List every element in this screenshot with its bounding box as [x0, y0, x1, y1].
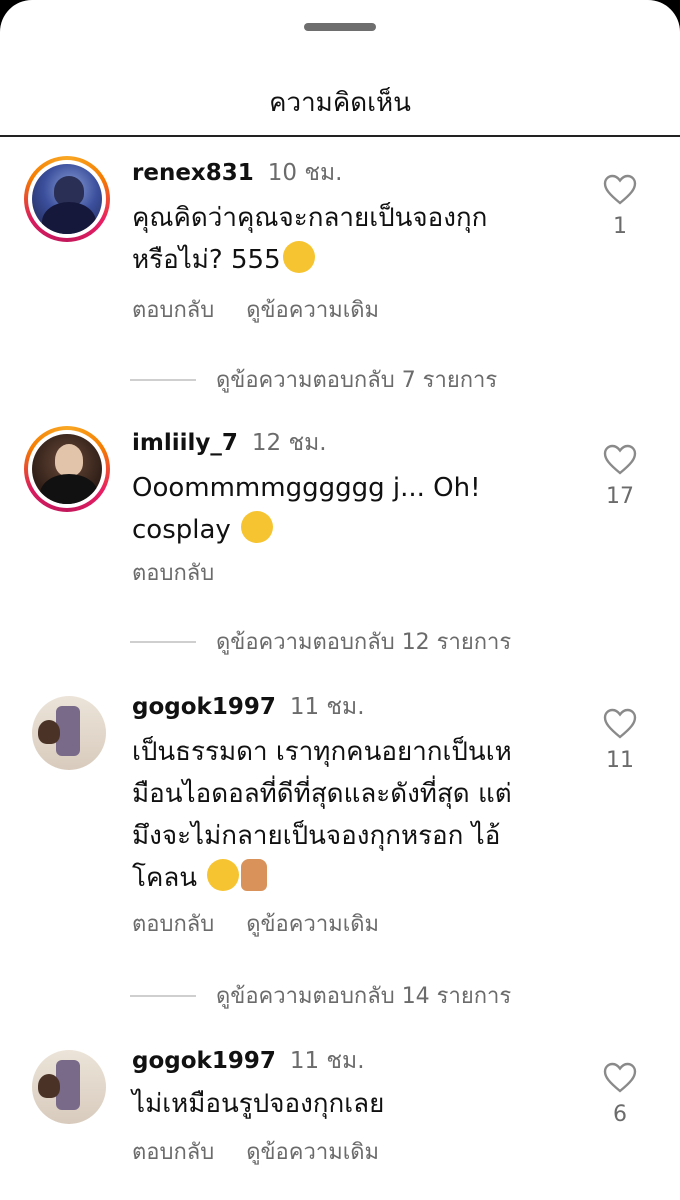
reply-button[interactable]: ตอบกลับ — [132, 1140, 214, 1165]
comment-text-line: มึงจะไม่กลายเป็นจองกุกหรอก ไอ้ — [132, 821, 501, 851]
comment-text-line: คุณคิดว่าคุณจะกลายเป็นจองกุก — [132, 203, 488, 233]
thumbs-up-icon — [241, 859, 268, 891]
like-control[interactable]: 1 — [600, 174, 640, 239]
comment-text-line: เป็นธรรมดา เราทุกคนอยากเป็นเห — [132, 737, 512, 767]
comments-sheet: ความคิดเห็น renex831 10 ชม. คุณคิดว่าคุณจ… — [0, 0, 680, 1200]
avatar[interactable] — [24, 426, 110, 512]
relieved-face-icon — [207, 859, 240, 891]
comment-username[interactable]: renex831 — [132, 160, 254, 186]
divider — [130, 640, 196, 643]
view-replies-button[interactable]: ดูข้อความตอบกลับ 14 รายการ — [130, 978, 511, 1013]
heart-icon[interactable] — [603, 444, 637, 476]
comment-text: เป็นธรรมดา เราทุกคนอยากเป็นเห มือนไอดอลท… — [132, 731, 582, 899]
view-replies-button[interactable]: ดูข้อความตอบกลับ 7 รายการ — [130, 362, 497, 397]
comment-time: 10 ชม. — [267, 160, 343, 186]
comments-header: ความคิดเห็น — [0, 60, 680, 137]
comment-time: 12 ชม. — [251, 430, 327, 456]
like-control[interactable]: 11 — [600, 708, 640, 773]
reply-button[interactable]: ตอบกลับ — [132, 298, 214, 323]
comment-time: 11 ชม. — [289, 694, 365, 720]
like-count: 6 — [613, 1102, 627, 1127]
view-replies-button[interactable]: ดูข้อความตอบกลับ 12 รายการ — [130, 624, 511, 659]
avatar[interactable] — [32, 1050, 106, 1124]
comment-text-line: ไม่เหมือนรูปจองกุกเลย — [132, 1089, 385, 1119]
comment-text-line: Ooommmmgggggg j... Oh! — [132, 473, 481, 503]
like-count: 1 — [613, 214, 627, 239]
comment-text: ไม่เหมือนรูปจองกุกเลย — [132, 1083, 582, 1125]
view-original-button[interactable]: ดูข้อความเดิม — [246, 298, 379, 323]
comment-text-line: cosplay — [132, 515, 231, 545]
avatar[interactable] — [24, 156, 110, 242]
heart-icon[interactable] — [603, 708, 637, 740]
comment-text-line: มือนไอดอลที่ดีที่สุดและดังที่สุด แต่ — [132, 779, 512, 809]
heart-icon[interactable] — [603, 1062, 637, 1094]
sheet-drag-handle[interactable] — [304, 23, 376, 31]
comment-username[interactable]: gogok1997 — [132, 694, 276, 720]
comment-username[interactable]: gogok1997 — [132, 1048, 276, 1074]
view-original-button[interactable]: ดูข้อความเดิม — [246, 1140, 379, 1165]
comment-text-line: โคลน — [132, 863, 198, 893]
comment-text-line: หรือไม่? 555 — [132, 245, 281, 275]
view-original-button[interactable]: ดูข้อความเดิม — [246, 912, 379, 937]
page-title: ความคิดเห็น — [269, 88, 411, 118]
like-count: 17 — [606, 484, 634, 509]
crying-face-emoji-icon — [241, 511, 274, 543]
view-replies-label: ดูข้อความตอบกลับ 14 รายการ — [216, 984, 512, 1009]
like-control[interactable]: 6 — [600, 1062, 640, 1127]
view-replies-label: ดูข้อความตอบกลับ 12 รายการ — [216, 630, 512, 655]
reply-button[interactable]: ตอบกลับ — [132, 912, 214, 937]
comment-text: Ooommmmgggggg j... Oh! cosplay — [132, 467, 582, 551]
avatar[interactable] — [32, 696, 106, 770]
comment-text: คุณคิดว่าคุณจะกลายเป็นจองกุก หรือไม่? 55… — [132, 197, 582, 281]
reply-button[interactable]: ตอบกลับ — [132, 561, 214, 586]
like-control[interactable]: 17 — [600, 444, 640, 509]
laughing-tears-emoji-icon — [282, 241, 315, 273]
like-count: 11 — [606, 748, 634, 773]
heart-icon[interactable] — [603, 174, 637, 206]
comment-time: 11 ชม. — [289, 1048, 365, 1074]
view-replies-label: ดูข้อความตอบกลับ 7 รายการ — [216, 368, 498, 393]
divider — [130, 994, 196, 997]
comment-username[interactable]: imliily_7 — [132, 430, 238, 456]
divider — [130, 378, 196, 381]
